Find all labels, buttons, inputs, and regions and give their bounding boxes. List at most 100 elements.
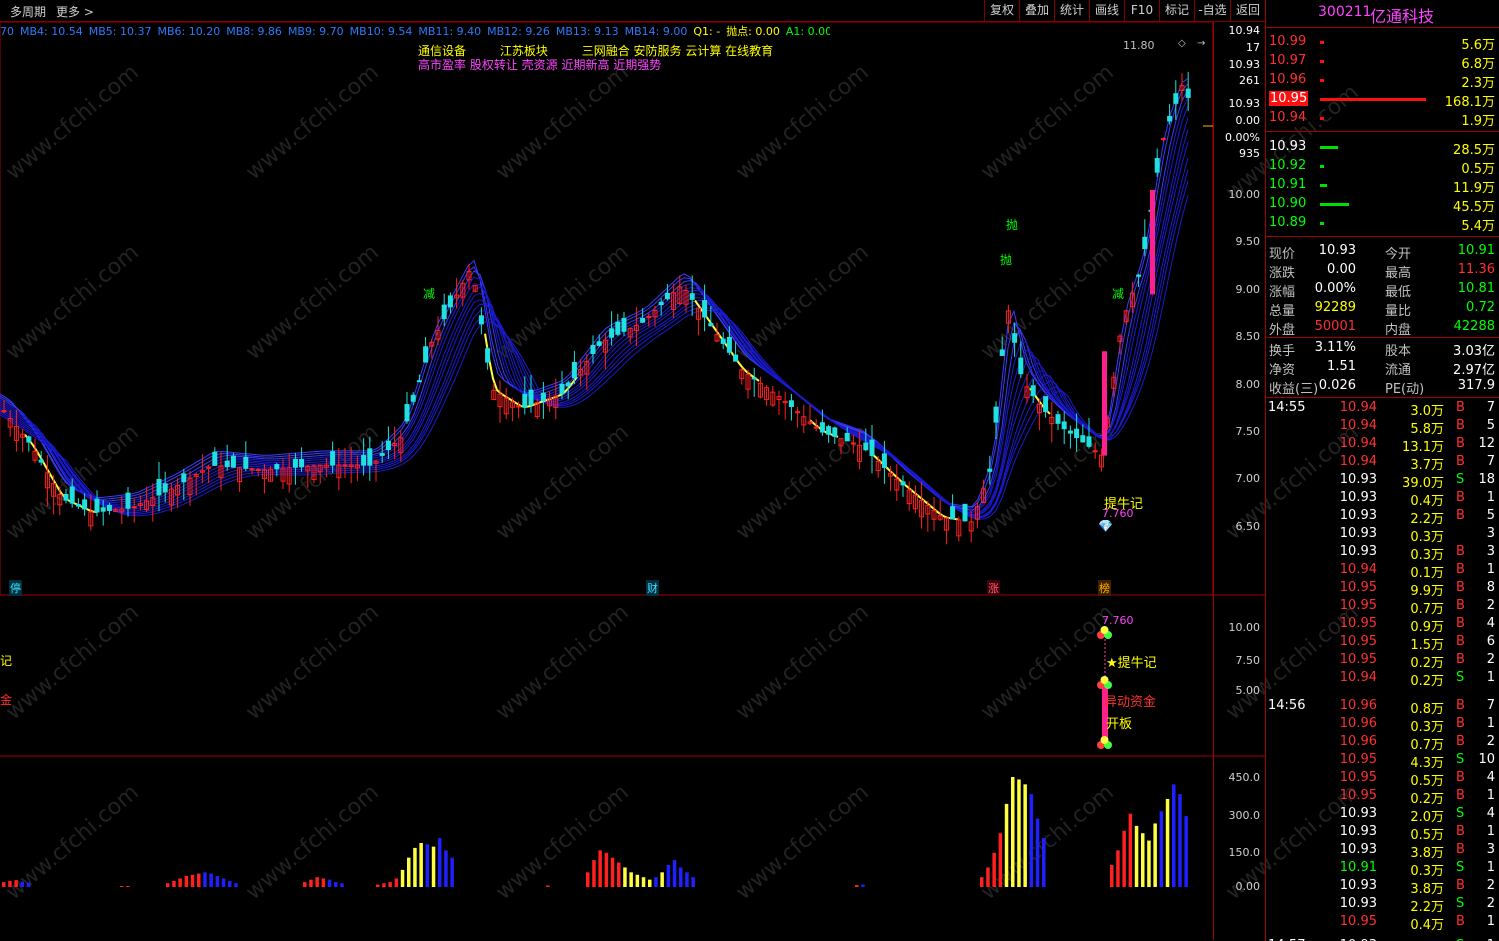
volume-bar <box>172 880 176 887</box>
ask-level[interactable]: 10.99 5.6万 <box>1266 33 1499 53</box>
bid-level[interactable]: 10.93 28.5万 <box>1266 138 1499 158</box>
tick-row[interactable]: 10.93 2.0万 S 4 <box>1266 806 1499 825</box>
toolbar-button-6[interactable]: -自选 <box>1194 0 1230 21</box>
tick-row[interactable]: 10.93 3.8万 B 3 <box>1266 842 1499 861</box>
quote-label: 外盘 <box>1269 323 1296 338</box>
tick-row[interactable]: 10.91 0.3万 S 1 <box>1266 860 1499 879</box>
period-button[interactable]: 多周期 <box>10 3 46 20</box>
ask-level[interactable]: 10.96 2.3万 <box>1266 71 1499 91</box>
tick-row[interactable]: 10.94 5.8万 B 5 <box>1266 418 1499 437</box>
tick-volume: 0.3万 <box>1410 720 1444 735</box>
tick-row[interactable]: 10.93 0.3万 B 3 <box>1266 544 1499 563</box>
tick-price: 10.93 <box>1339 490 1377 505</box>
volume-bar <box>654 877 658 887</box>
volume-bar <box>26 882 31 887</box>
tick-row[interactable]: 10.95 0.7万 B 2 <box>1266 598 1499 617</box>
ask-level[interactable]: 10.94 1.9万 <box>1266 109 1499 129</box>
arrow-icon[interactable]: → <box>1197 38 1205 49</box>
sub-axis-tick: 10.00 <box>1228 621 1261 634</box>
tag-suspended[interactable]: 停 <box>9 580 22 596</box>
tag-financial[interactable]: 财 <box>646 580 659 596</box>
tick-row[interactable]: 10.93 0.4万 B 1 <box>1266 490 1499 509</box>
level-volume-bar <box>1320 41 1324 44</box>
toolbar-button-2[interactable]: 统计 <box>1054 0 1089 21</box>
tick-row[interactable]: 10.95 0.5万 B 4 <box>1266 770 1499 789</box>
quote-value: 0.00 <box>1327 262 1356 277</box>
tick-row[interactable]: 10.95 0.2万 B 2 <box>1266 652 1499 671</box>
tick-count: 7 <box>1486 454 1495 469</box>
tick-row[interactable]: 10.93 3.8万 B 2 <box>1266 878 1499 897</box>
finance-row: 收益(三) 0.026 PE(动) 317.9 <box>1266 377 1499 397</box>
candle-body <box>75 504 81 507</box>
candle-body <box>1074 428 1080 439</box>
tick-row[interactable]: 10.93 39.0万 S 18 <box>1266 472 1499 491</box>
tick-row[interactable]: 10.95 0.9万 B 4 <box>1266 616 1499 635</box>
toolbar-button-5[interactable]: 标记 <box>1159 0 1194 21</box>
tick-row[interactable]: 10.96 0.7万 B 2 <box>1266 734 1499 753</box>
candle-body <box>1185 88 1191 98</box>
tag-limit-up[interactable]: 涨 <box>987 580 1000 596</box>
bid-level[interactable]: 10.89 5.4万 <box>1266 214 1499 234</box>
level-price: 10.94 <box>1269 110 1307 125</box>
volume-chart[interactable] <box>0 757 1265 940</box>
tick-row[interactable]: 10.94 3.7万 B 7 <box>1266 454 1499 473</box>
tick-row[interactable]: 10.94 0.2万 S 1 <box>1266 670 1499 689</box>
tick-row[interactable]: 10.95 4.3万 S 10 <box>1266 752 1499 771</box>
tick-price: 10.94 <box>1339 670 1377 685</box>
tick-count: 8 <box>1486 580 1495 595</box>
volume-bar <box>234 883 238 887</box>
volume-bar <box>2 882 6 887</box>
bid-level[interactable]: 10.90 45.5万 <box>1266 195 1499 215</box>
tick-row[interactable]: 10.95 9.9万 B 8 <box>1266 580 1499 599</box>
toolbar-button-3[interactable]: 画线 <box>1089 0 1124 21</box>
toolbar-button-1[interactable]: 叠加 <box>1019 0 1054 21</box>
tick-price: 10.93 <box>1339 806 1377 821</box>
tick-row[interactable]: 10.94 0.1万 B 1 <box>1266 562 1499 581</box>
signal-dot <box>1100 676 1109 684</box>
tick-row[interactable]: 10.95 0.2万 B 1 <box>1266 788 1499 807</box>
tick-time: 14:56 <box>1268 698 1306 713</box>
tag-ranking[interactable]: 榜 <box>1098 580 1111 596</box>
tick-row[interactable]: 14:55 10.94 3.0万 B 7 <box>1266 400 1499 419</box>
ask-level[interactable]: 10.95 168.1万 <box>1266 90 1499 110</box>
toolbar-button-7[interactable]: 返回 <box>1230 0 1265 21</box>
bid-level[interactable]: 10.91 11.9万 <box>1266 176 1499 196</box>
tick-side: S <box>1456 752 1465 767</box>
tick-row[interactable]: 10.93 0.5万 B 1 <box>1266 824 1499 843</box>
toolbar-button-0[interactable]: 复权 <box>984 0 1019 21</box>
tick-row[interactable]: 10.95 1.5万 B 6 <box>1266 634 1499 653</box>
candlestick-chart[interactable] <box>0 22 1265 596</box>
tick-price: 10.93 <box>1339 842 1377 857</box>
bid-level[interactable]: 10.92 0.5万 <box>1266 157 1499 177</box>
tick-side: B <box>1456 544 1465 559</box>
tick-row[interactable]: 10.93 2.2万 B 5 <box>1266 508 1499 527</box>
volume-bar <box>382 883 386 887</box>
more-button[interactable]: 更多 > <box>56 3 94 20</box>
tick-row[interactable]: 10.93 0.3万 3 <box>1266 526 1499 545</box>
tick-count: 6 <box>1486 634 1495 649</box>
tick-row[interactable]: 10.93 2.2万 S 2 <box>1266 896 1499 915</box>
tick-volume: 0.3万 <box>1410 530 1444 545</box>
price-axis-tick: 7.00 <box>1235 472 1261 485</box>
tick-row[interactable]: 10.96 0.3万 B 1 <box>1266 716 1499 735</box>
tick-row[interactable]: 10.94 13.1万 B 12 <box>1266 436 1499 455</box>
ma-ribbon-line <box>0 105 1189 514</box>
quote-value: 42288 <box>1453 319 1495 334</box>
candle-body <box>38 459 44 463</box>
candle-body <box>733 354 739 362</box>
candle-body <box>410 394 416 402</box>
tick-row[interactable]: 10.95 0.4万 B 1 <box>1266 914 1499 933</box>
toolbar-button-4[interactable]: F10 <box>1124 0 1159 21</box>
volume-axis-tick: 300.0 <box>1228 809 1261 822</box>
volume-bar <box>309 879 313 887</box>
tick-row[interactable]: 14:56 10.96 0.8万 B 7 <box>1266 698 1499 717</box>
indicator-chart[interactable] <box>0 595 1265 757</box>
volume-bar <box>8 880 12 887</box>
tick-count: 5 <box>1486 508 1495 523</box>
level-volume: 5.4万 <box>1461 219 1495 234</box>
volume-bar <box>394 878 399 887</box>
volume-bar <box>431 846 436 887</box>
candle-body <box>950 506 956 520</box>
diamond-icon[interactable]: ◇ <box>1178 38 1186 49</box>
ask-level[interactable]: 10.97 6.8万 <box>1266 52 1499 72</box>
